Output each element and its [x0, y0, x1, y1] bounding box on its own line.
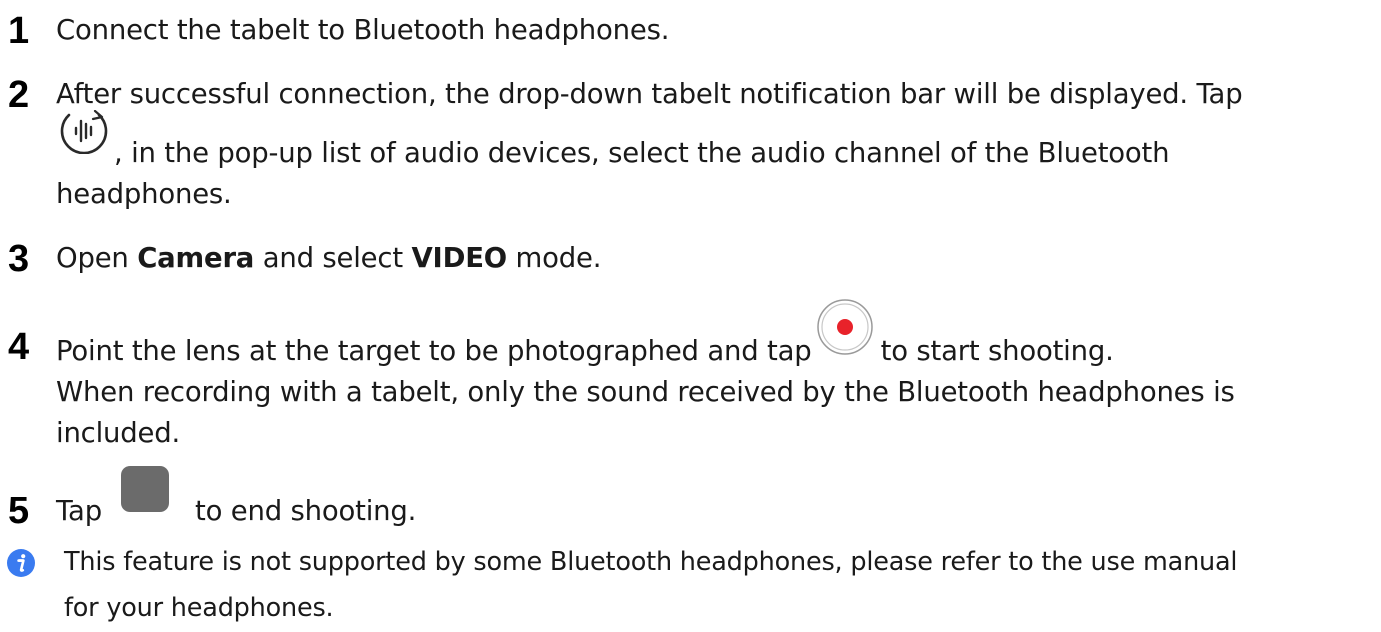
step-text-line: After successful connection, the drop-do…	[56, 78, 1243, 110]
step-text-segment: to end shooting.	[186, 495, 417, 527]
mode-name-video: VIDEO	[411, 242, 507, 274]
step-number: 2	[8, 74, 30, 116]
step-text-segment: Open	[56, 242, 138, 274]
step-text: Point the lens at the target to be photo…	[56, 299, 1376, 454]
step-text-line: When recording with a tabelt, only the s…	[56, 376, 1235, 408]
step-text: Connect the tabelt to Bluetooth headphon…	[56, 14, 670, 46]
note-text: This feature is not supported by some Bl…	[64, 539, 1374, 631]
step-number: 1	[8, 10, 30, 52]
step-text-segment: mode.	[506, 242, 602, 274]
app-name-camera: Camera	[137, 242, 255, 274]
step-number: 5	[8, 490, 30, 532]
step-text: Open Camera and select VIDEO mode.	[56, 238, 1376, 279]
stop-button-icon	[111, 466, 187, 520]
audio-output-icon	[56, 110, 114, 162]
step-text-segment: to start shooting.	[872, 335, 1114, 367]
note-text-line: This feature is not supported by some Bl…	[64, 547, 1238, 577]
step-text: After successful connection, the drop-do…	[56, 74, 1376, 215]
info-icon	[6, 548, 36, 578]
record-button-icon	[817, 299, 873, 360]
step-text-segment: , in the pop-up list of audio devices, s…	[114, 137, 1170, 169]
step-text-segment: Point the lens at the target to be photo…	[56, 335, 821, 367]
step-text: Tap to end shooting.	[56, 466, 1376, 532]
step-text-line: , in the pop-up list of audio devices, s…	[56, 110, 1376, 174]
step-text-segment: and select	[254, 242, 412, 274]
step-text-line: headphones.	[56, 178, 232, 210]
note-text-line: for your headphones.	[64, 593, 334, 623]
step-text-segment: Tap	[56, 495, 111, 527]
step-text-line: included.	[56, 417, 181, 449]
step-number: 3	[8, 238, 30, 280]
step-number: 4	[8, 326, 30, 368]
stop-square-shape	[120, 466, 169, 512]
step-text-line: Point the lens at the target to be photo…	[56, 299, 1376, 372]
